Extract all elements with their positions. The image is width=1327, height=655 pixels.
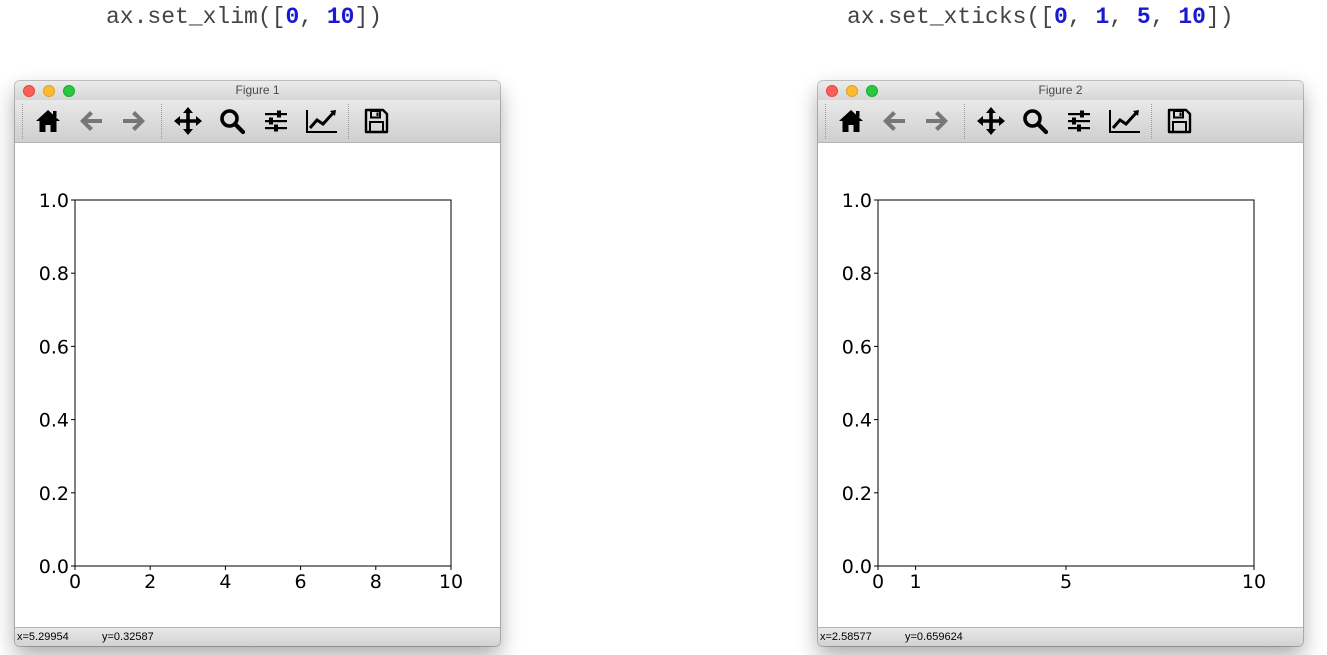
home-button[interactable] [31, 104, 65, 138]
caption-number: 5 [1136, 4, 1151, 30]
x-tick-label: 1 [910, 571, 922, 593]
axes-frame [74, 199, 452, 567]
caption-prefix: ax.set_xticks([ [847, 4, 1055, 30]
pan-button[interactable] [974, 104, 1008, 138]
zoom-magnifier-icon [218, 107, 246, 135]
home-icon [34, 107, 62, 135]
subplots-button[interactable] [1062, 104, 1096, 138]
y-tick-label: 0.4 [39, 410, 69, 432]
x-tick-label: 2 [144, 571, 156, 593]
back-arrow-icon [77, 107, 105, 135]
status-y-coordinate: y=0.659624 [905, 631, 963, 643]
caption-number: 0 [285, 4, 300, 30]
window-title: Figure 2 [1038, 83, 1083, 97]
toolbar-separator [825, 104, 826, 139]
caption-number: 1 [1095, 4, 1110, 30]
zoom-magnifier-icon [1021, 107, 1049, 135]
forward-arrow-icon [923, 107, 951, 135]
configure-subplots-icon [262, 107, 290, 135]
navigation-toolbar [818, 100, 1303, 143]
back-button[interactable] [877, 104, 911, 138]
y-tick-label: 1.0 [39, 190, 69, 212]
figure-window-2: Figure 2 0 1 5 10 0.0 0.2 0.4 0.6 0.8 1.0 x=2.585… [818, 81, 1303, 646]
x-tick-label: 10 [439, 571, 463, 593]
forward-button[interactable] [117, 104, 151, 138]
y-tick-label: 0.4 [842, 410, 872, 432]
status-x-coordinate: x=5.29954 [17, 631, 69, 643]
caption-set-xlim: ax.set_xlim([0, 10]) [106, 2, 382, 32]
caption-separator: , [1109, 4, 1137, 30]
save-floppy-icon [362, 107, 390, 135]
x-tick-label: 0 [872, 571, 884, 593]
edit-axis-icon [1108, 107, 1142, 135]
zoom-button[interactable] [215, 104, 249, 138]
y-tick-label: 0.6 [842, 336, 872, 358]
y-tick-label: 0.8 [842, 263, 872, 285]
y-tick-label: 0.6 [39, 336, 69, 358]
navigation-toolbar [15, 100, 500, 143]
status-y-coordinate: y=0.32587 [102, 631, 154, 643]
axes-frame [877, 199, 1255, 567]
home-button[interactable] [834, 104, 868, 138]
save-button[interactable] [1162, 104, 1196, 138]
caption-separator: , [1067, 4, 1096, 30]
forward-button[interactable] [920, 104, 954, 138]
caption-number: 0 [1054, 4, 1068, 30]
x-tick-label: 10 [1242, 571, 1266, 593]
window-title: Figure 1 [235, 83, 280, 97]
toolbar-separator [964, 104, 965, 139]
plot-area: 0 1 5 10 0.0 0.2 0.4 0.6 0.8 1.0 [842, 190, 1266, 593]
caption-suffix: ]) [1205, 4, 1234, 30]
forward-arrow-icon [120, 107, 148, 135]
x-tick-label: 5 [1060, 571, 1072, 593]
save-button[interactable] [359, 104, 393, 138]
pan-move-icon [976, 106, 1006, 136]
back-button[interactable] [74, 104, 108, 138]
back-arrow-icon [880, 107, 908, 135]
caption-number: 10 [1178, 4, 1206, 30]
toolbar-separator [161, 104, 162, 139]
pan-move-icon [173, 106, 203, 136]
status-bar: x=2.58577 y=0.659624 [818, 627, 1303, 646]
toolbar-separator [348, 104, 349, 139]
figure-window-1: Figure 1 0 2 4 6 8 10 0.0 0.2 0.4 0.6 0.8 1.0 x=5.2… [15, 81, 500, 646]
pan-button[interactable] [171, 104, 205, 138]
subplots-button[interactable] [259, 104, 293, 138]
caption-separator: , [1150, 4, 1179, 30]
status-x-coordinate: x=2.58577 [820, 631, 872, 643]
x-tick-label: 6 [295, 571, 307, 593]
title-bar[interactable]: Figure 1 [15, 81, 500, 100]
y-tick-label: 0.0 [842, 556, 872, 578]
home-icon [837, 107, 865, 135]
edit-axis-button[interactable] [1108, 104, 1142, 138]
configure-subplots-icon [1065, 107, 1093, 135]
caption-separator: , [299, 4, 327, 30]
status-bar: x=5.29954 y=0.32587 [15, 627, 500, 646]
title-bar[interactable]: Figure 2 [818, 81, 1303, 100]
y-tick-label: 0.8 [39, 263, 69, 285]
y-tick-label: 0.2 [842, 483, 872, 505]
toolbar-separator [1151, 104, 1152, 139]
plot-area: 0 2 4 6 8 10 0.0 0.2 0.4 0.6 0.8 1.0 [39, 190, 463, 593]
caption-set-xticks: ax.set_xticks([0, 1, 5, 10]) [847, 2, 1234, 32]
y-tick-label: 0.2 [39, 483, 69, 505]
caption-suffix: ]) [354, 4, 383, 30]
x-tick-label: 0 [69, 571, 81, 593]
zoom-button[interactable] [1018, 104, 1052, 138]
save-floppy-icon [1165, 107, 1193, 135]
x-tick-label: 4 [219, 571, 231, 593]
edit-axis-button[interactable] [305, 104, 339, 138]
caption-number: 10 [326, 4, 355, 30]
caption-prefix: ax.set_xlim([ [106, 4, 286, 30]
x-tick-label: 8 [370, 571, 382, 593]
y-tick-label: 0.0 [39, 556, 69, 578]
toolbar-separator [22, 104, 23, 139]
y-tick-label: 1.0 [842, 190, 872, 212]
edit-axis-icon [305, 107, 339, 135]
